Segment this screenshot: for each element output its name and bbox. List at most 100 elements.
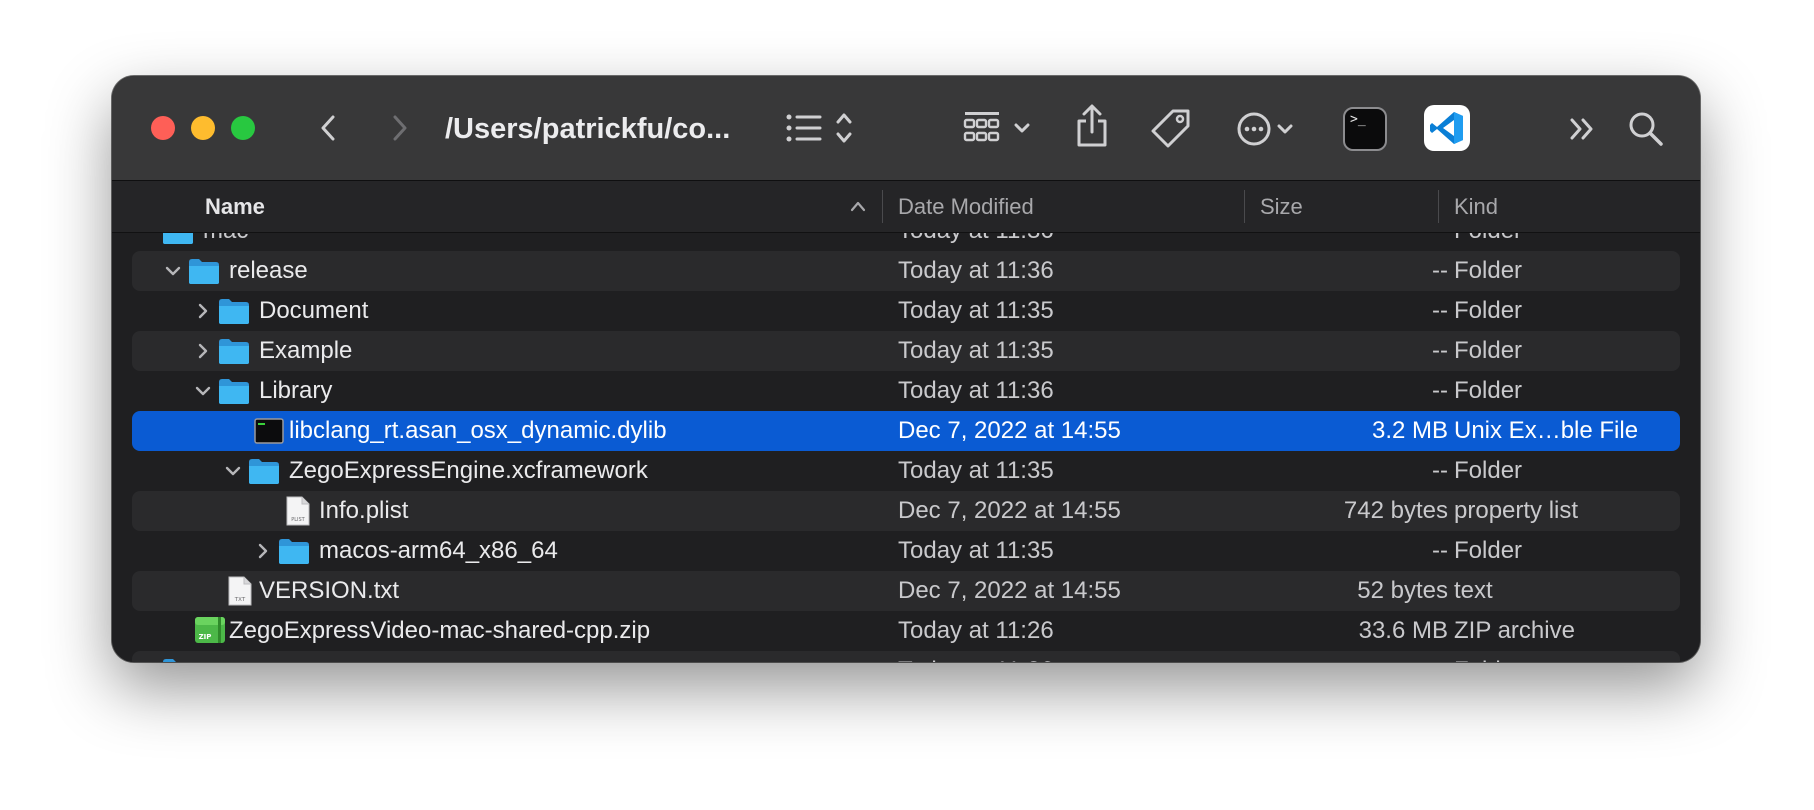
row-kind: ZIP archive	[1454, 617, 1575, 644]
minimize-window-button[interactable]	[191, 116, 215, 140]
overflow-chevrons-icon[interactable]	[1568, 114, 1598, 144]
row-kind: Folder	[1454, 457, 1523, 484]
column-name[interactable]: Name	[205, 181, 265, 232]
file-list: mac Today at 11:36 Folder release Today …	[112, 233, 1700, 662]
list-row-library[interactable]: Library Today at 11:36 -- Folder	[132, 371, 1680, 411]
disclosure-expanded-icon[interactable]	[224, 462, 242, 480]
executable-icon	[254, 418, 284, 444]
tag-icon[interactable]	[1149, 107, 1193, 151]
list-row-document[interactable]: Document Today at 11:35 -- Folder	[132, 291, 1680, 331]
back-chevron-icon[interactable]	[316, 112, 342, 144]
search-icon[interactable]	[1627, 110, 1665, 148]
folder-icon	[219, 299, 249, 324]
group-icon[interactable]	[963, 110, 1037, 148]
disclosure-collapsed-icon[interactable]	[194, 342, 212, 360]
row-size: 52 bytes	[1357, 577, 1448, 604]
row-name: macos-arm64_x86_64	[319, 537, 558, 564]
row-date: Today at 11:35	[898, 457, 1054, 484]
close-window-button[interactable]	[151, 116, 175, 140]
zip-archive-icon: ZIP	[195, 617, 225, 643]
row-size: 742 bytes	[1343, 497, 1448, 524]
sort-ascending-chevron-icon[interactable]	[849, 199, 867, 218]
zoom-window-button[interactable]	[231, 116, 255, 140]
path-title: /Users/patrickfu/co...	[445, 113, 731, 145]
row-date: Today at 11:26	[898, 617, 1054, 644]
plist-badge: PLIST	[291, 517, 305, 523]
row-size: --	[1432, 257, 1448, 284]
row-size: --	[1432, 537, 1448, 564]
row-date: Today at 11:36	[898, 233, 1054, 251]
list-row-info-plist[interactable]: PLIST Info.plist Dec 7, 2022 at 14:55 74…	[132, 491, 1680, 531]
row-size: 33.6 MB	[1358, 617, 1448, 644]
list-row-mac[interactable]: mac Today at 11:36 Folder	[132, 233, 1680, 251]
row-date: Dec 7, 2022 at 14:55	[898, 577, 1121, 604]
row-kind: Folder	[1454, 337, 1523, 364]
folder-icon	[279, 539, 309, 564]
column-date-modified[interactable]: Date Modified	[898, 181, 1034, 232]
row-kind: Folder	[1454, 233, 1522, 251]
folder-icon	[219, 379, 249, 404]
disclosure-expanded-icon[interactable]	[194, 382, 212, 400]
row-name: Document	[259, 297, 369, 324]
row-name: Info.plist	[319, 497, 409, 524]
list-row-libclang-dylib[interactable]: libclang_rt.asan_osx_dynamic.dylib Dec 7…	[132, 411, 1680, 451]
column-separator[interactable]	[1244, 190, 1245, 223]
column-separator[interactable]	[882, 190, 883, 223]
plist-file-icon: PLIST	[286, 496, 310, 526]
terminal-app-icon[interactable]: >_	[1343, 107, 1387, 151]
row-date: Dec 7, 2022 at 14:55	[898, 497, 1121, 524]
toolbar: /Users/patrickfu/co... >_	[112, 76, 1700, 181]
list-row-zip[interactable]: ZIP ZegoExpressVideo-mac-shared-cpp.zip …	[132, 611, 1680, 651]
txt-badge: TXT	[234, 597, 246, 603]
row-date: Today at 11:36	[898, 377, 1054, 404]
row-name: ZegoExpressVideo-mac-shared-cpp.zip	[229, 617, 651, 644]
row-name: Library	[259, 377, 333, 404]
row-name: Example	[259, 337, 353, 364]
disclosure-collapsed-icon[interactable]	[254, 542, 272, 560]
folder-icon	[219, 339, 249, 364]
finder-window: /Users/patrickfu/co... >_ Name Date Modi…	[112, 76, 1700, 662]
row-name: ZegoExpressEngine.xcframework	[289, 457, 648, 484]
folder-icon	[163, 233, 193, 244]
folder-icon	[189, 259, 219, 284]
disclosure-collapsed-icon[interactable]	[194, 302, 212, 320]
terminal-prompt: >_	[1350, 112, 1366, 127]
list-view-icon[interactable]	[784, 110, 858, 146]
row-size: --	[1432, 377, 1448, 404]
share-icon[interactable]	[1072, 103, 1112, 149]
list-row-partial[interactable]: Today at 11:26 Folder	[132, 651, 1680, 662]
row-kind: text	[1454, 577, 1493, 604]
column-header: Name Date Modified Size Kind	[112, 181, 1700, 233]
vscode-app-icon[interactable]	[1424, 105, 1470, 151]
row-date: Today at 11:35	[898, 537, 1054, 564]
row-kind: Folder	[1454, 377, 1523, 404]
list-row-version-txt[interactable]: TXT VERSION.txt Dec 7, 2022 at 14:55 52 …	[132, 571, 1680, 611]
row-date: Today at 11:35	[898, 297, 1054, 324]
list-row-example[interactable]: Example Today at 11:35 -- Folder	[132, 331, 1680, 371]
row-kind: Unix Ex…ble File	[1454, 417, 1639, 444]
row-kind: Folder	[1454, 297, 1523, 324]
column-size[interactable]: Size	[1260, 181, 1303, 232]
row-kind: property list	[1454, 497, 1579, 524]
more-actions-icon[interactable]	[1236, 109, 1300, 149]
row-date: Today at 11:36	[898, 257, 1054, 284]
row-size: 3.2 MB	[1371, 417, 1448, 444]
folder-icon	[163, 659, 190, 662]
zip-badge: ZIP	[199, 633, 212, 641]
column-separator[interactable]	[1438, 190, 1439, 223]
row-name: libclang_rt.asan_osx_dynamic.dylib	[289, 417, 667, 444]
column-kind[interactable]: Kind	[1454, 181, 1498, 232]
row-name: VERSION.txt	[259, 577, 400, 604]
row-size: --	[1432, 337, 1448, 364]
list-row-macos-arm64[interactable]: macos-arm64_x86_64 Today at 11:35 -- Fol…	[132, 531, 1680, 571]
list-row-release[interactable]: release Today at 11:36 -- Folder	[132, 251, 1680, 291]
forward-chevron-icon[interactable]	[386, 112, 412, 144]
disclosure-expanded-icon[interactable]	[164, 262, 182, 280]
folder-icon	[249, 459, 279, 484]
row-date: Today at 11:26	[898, 651, 1054, 662]
row-name: mac	[203, 233, 248, 251]
row-size: --	[1432, 297, 1448, 324]
list-row-xcframework[interactable]: ZegoExpressEngine.xcframework Today at 1…	[132, 451, 1680, 491]
row-date: Dec 7, 2022 at 14:55	[898, 417, 1121, 444]
row-date: Today at 11:35	[898, 337, 1054, 364]
